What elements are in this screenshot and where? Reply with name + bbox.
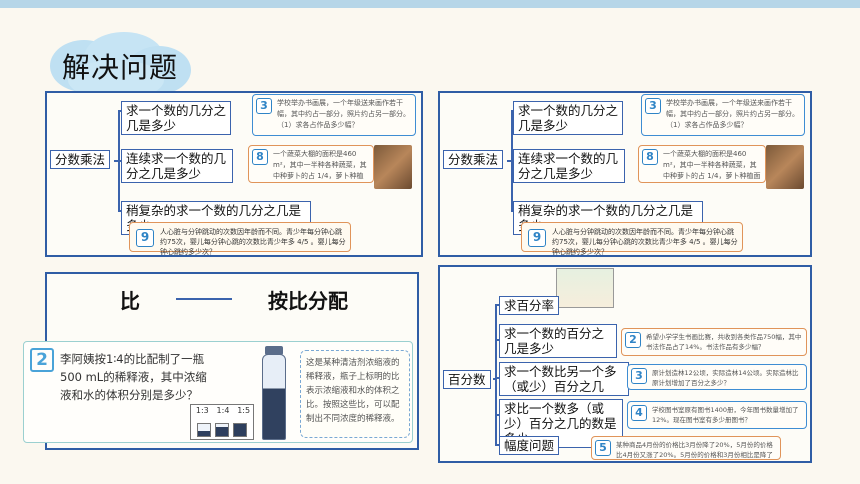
ratio-connector bbox=[176, 298, 232, 300]
panel2-example-card-3: 3 学校举办书画展，一个年级送来画作若干幅，其中约占一部分，照片约占另一部分。（1… bbox=[641, 94, 805, 136]
panel2-item-2: 连续求一个数的几分之几是多少 bbox=[513, 149, 625, 183]
panel4-root: 百分数 bbox=[443, 370, 491, 389]
example-question: 李阿姨按1∶4的比配制了一瓶500 mL的稀释液，其中浓缩液和水的体积分别是多少… bbox=[60, 352, 207, 402]
ratio-label: 比 bbox=[120, 289, 140, 313]
example-number: 2 bbox=[30, 348, 54, 372]
panel4-item-3: 求一个数比另一个多（或少）百分之几 bbox=[499, 362, 629, 396]
panel2-root: 分数乘法 bbox=[443, 150, 504, 169]
panel1-example-card-3: 3 学校举办书画展，一个年级送来画作若干幅，其中约占一部分，照片约占另一部分。（1… bbox=[252, 94, 416, 136]
plant-photo bbox=[374, 145, 412, 189]
panel4-item-2: 求一个数的百分之几是多少 bbox=[499, 324, 617, 358]
ratio-allocation-label: 按比分配 bbox=[268, 289, 348, 313]
top-strip bbox=[0, 0, 860, 8]
panel1-example-card-8: 8 一个蔬菜大棚的面积是460 m²，其中一半种各种蔬菜，其中种萝卜的占 1/4，… bbox=[248, 145, 374, 183]
panel4-example-card-3: 3 原计划造林12公顷，实际造林14公顷。实际造林比原计划增加了百分之多少？ bbox=[627, 364, 807, 390]
panel4-example-card-4: 4 学校图书室原有图书1400册，今年图书数量增加了12%。现在图书室有多少册图书… bbox=[627, 401, 807, 429]
solution-bottle bbox=[262, 354, 286, 440]
example-note: 这是某种清洁剂浓缩液的稀释液，瓶子上标明的比表示浓缩液和水的体积之比。按照这些比… bbox=[300, 350, 410, 438]
plant-photo bbox=[766, 145, 804, 189]
panel4-example-card-5: 5 某种商品4月份的价格比3月份降了20%，5月份的价格比4月份又涨了20%。5月… bbox=[591, 436, 781, 460]
panel1-example-card-9: 9 人心脏与分钟跳动的次数因年龄而不同。青少年每分钟心跳约75次，婴儿每分钟心跳的… bbox=[129, 222, 351, 256]
page-title: 解决问题 bbox=[62, 51, 179, 84]
panel2-example-card-8: 8 一个蔬菜大棚的面积是460 m²，其中一半种各种蔬菜，其中种萝卜的占 1/4，… bbox=[638, 145, 766, 183]
panel2-example-card-9: 9 人心脏与分钟跳动的次数因年龄而不同。青少年每分钟心跳约75次，婴儿每分钟心跳的… bbox=[521, 222, 743, 256]
panel1-root: 分数乘法 bbox=[50, 150, 111, 169]
panel4-item-1: 求百分率 bbox=[499, 296, 560, 315]
panel2-item-1: 求一个数的几分之几是多少 bbox=[513, 101, 623, 135]
cup-labels: 1:3 1:4 1:5 bbox=[195, 406, 251, 415]
basketball-sketch bbox=[556, 268, 614, 308]
panel4-item-5: 幅度问题 bbox=[499, 436, 560, 455]
ratio-example-card: 2 李阿姨按1∶4的比配制了一瓶500 mL的稀释液，其中浓缩液和水的体积分别是… bbox=[23, 341, 413, 443]
panel4-example-card-2: 2 希望小学学生书画比赛，共收到各类作品750幅，其中书法作品占了14%。书法作品… bbox=[621, 328, 807, 356]
panel1-item-1: 求一个数的几分之几是多少 bbox=[121, 101, 231, 135]
panel1-item-2: 连续求一个数的几分之几是多少 bbox=[121, 149, 233, 183]
